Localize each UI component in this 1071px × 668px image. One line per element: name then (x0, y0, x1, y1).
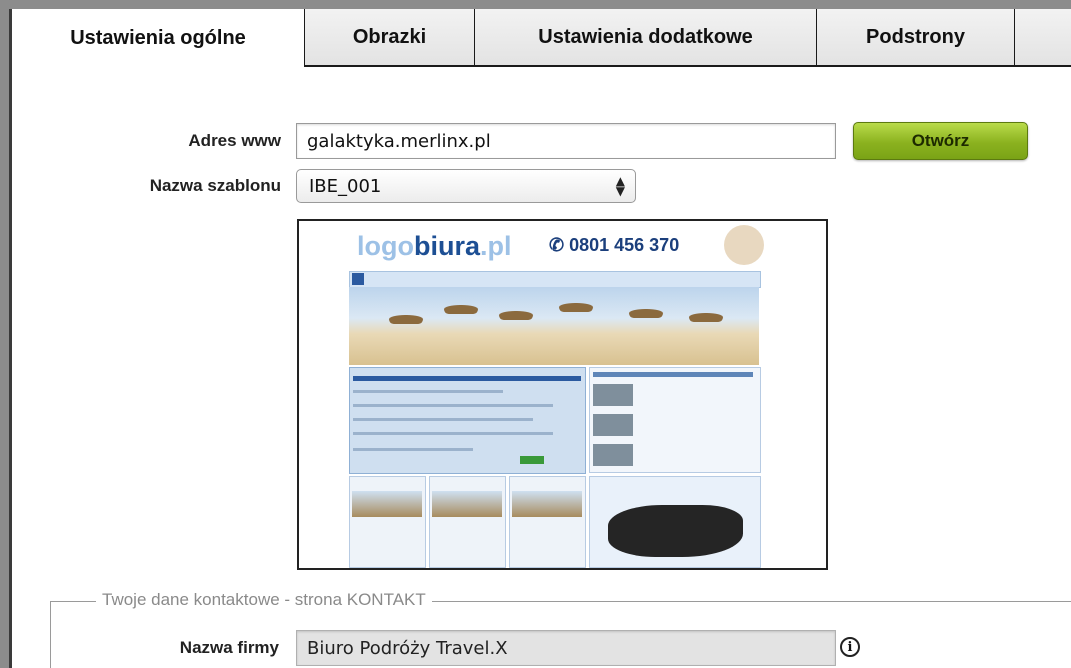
window-frame-left-edge (9, 9, 12, 668)
tab-label: Obrazki (352, 25, 427, 48)
preview-phone: ✆ 0801 456 370 (549, 235, 680, 255)
tab-general-settings[interactable]: Ustawienia ogólne (12, 9, 305, 67)
tab-additional-settings[interactable]: Ustawienia dodatkowe (475, 9, 817, 67)
preview-offers (589, 367, 761, 473)
contact-section-legend: Twoje dane kontaktowe - strona KONTAKT (96, 590, 432, 610)
preview-consultant-photo (724, 225, 764, 265)
tab-label: Podstrony (866, 25, 965, 48)
open-button[interactable]: Otwórz (853, 122, 1028, 160)
window-frame-top (0, 0, 1071, 9)
open-button-label: Otwórz (911, 131, 970, 150)
home-icon (352, 273, 364, 285)
tab-images[interactable]: Obrazki (305, 9, 475, 67)
company-name-label: Nazwa firmy (179, 638, 279, 657)
template-label: Nazwa szablonu (149, 176, 281, 195)
website-input[interactable]: galaktyka.merlinx.pl (296, 123, 836, 159)
preview-header: logobiura.pl ✆ 0801 456 370 (349, 221, 769, 271)
template-selected-value: IBE_001 (309, 175, 382, 197)
preview-world-map (589, 476, 761, 568)
info-icon[interactable]: i (840, 637, 860, 657)
preview-logo: logobiura.pl (357, 231, 512, 261)
tab-overflow[interactable] (1015, 9, 1071, 67)
preview-banner (349, 287, 759, 365)
tab-label: Ustawienia ogólne (70, 26, 246, 49)
company-name-input[interactable]: Biuro Podróży Travel.X (296, 630, 836, 666)
preview-search-form (349, 367, 586, 474)
tab-label: Ustawienia dodatkowe (538, 25, 753, 48)
tab-subpages[interactable]: Podstrony (817, 9, 1015, 67)
fieldset-border-left (50, 601, 51, 668)
template-select[interactable]: IBE_001 ▲ ▼ (296, 169, 636, 203)
preview-menu (349, 271, 761, 288)
preview-offer-columns (349, 476, 586, 568)
website-label: Adres www (188, 131, 281, 150)
template-preview-image[interactable]: logobiura.pl ✆ 0801 456 370 (297, 219, 828, 570)
updown-arrows-icon: ▲ ▼ (615, 174, 625, 198)
